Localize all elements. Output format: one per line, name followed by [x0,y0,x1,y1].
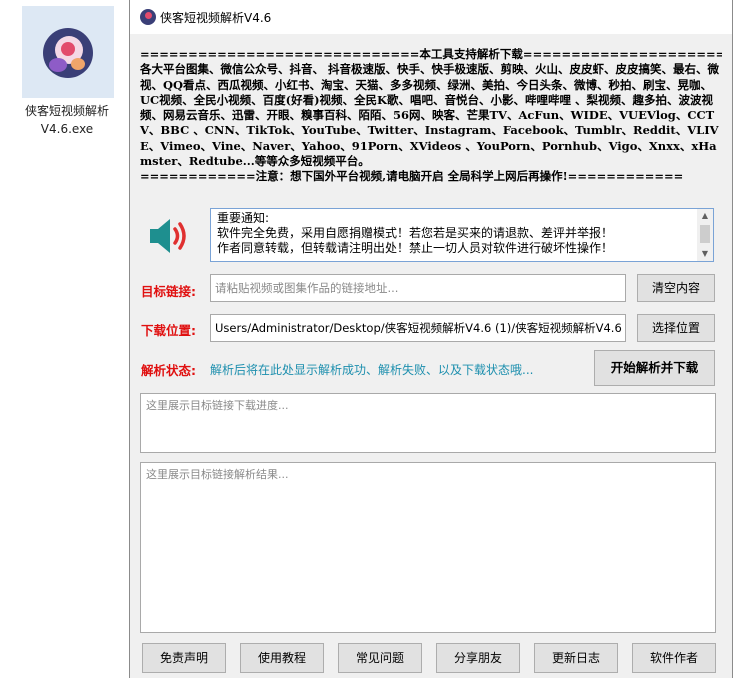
select-location-button[interactable]: 选择位置 [637,314,715,342]
supported-platforms-footer: ============注意：想下国外平台视频,请电脑开启 全局科学上网后再操作… [140,169,684,184]
download-location-label: 下载位置: [141,323,196,338]
window-title: 侠客短视频解析V4.6 [160,11,272,25]
supported-platforms-block: =============================本工具支持解析下载==… [140,47,722,185]
target-link-input[interactable]: 请粘贴视频或图集作品的链接地址... [210,274,626,302]
app-window: 侠客短视频解析V4.6 ============================… [129,0,733,678]
speaker-icon [150,219,186,253]
parse-status-text: 解析后将在此处显示解析成功、解析失败、以及下载状态哦... [210,363,534,377]
notice-line2: 软件完全免费，采用自愿捐赠模式！若您若是买来的请退款、差评并举报！ [217,226,614,240]
desktop-shortcut[interactable]: 侠客短视频解析 V4.6.exe [10,6,122,138]
parse-result-placeholder: 这里展示目标链接解析结果... [146,468,289,481]
disclaimer-button[interactable]: 免责声明 [142,643,226,673]
scroll-thumb[interactable] [700,225,710,243]
title-bar[interactable]: 侠客短视频解析V4.6 [130,0,732,34]
share-friends-button[interactable]: 分享朋友 [436,643,520,673]
download-path-input[interactable]: Users/Administrator/Desktop/侠客短视频解析V4.6 … [210,314,626,342]
target-link-label: 目标链接: [141,284,196,299]
clear-content-button[interactable]: 清空内容 [637,274,715,302]
tutorial-button[interactable]: 使用教程 [240,643,324,673]
supported-platforms-header: =============================本工具支持解析下载==… [140,47,722,61]
parse-status-label: 解析状态: [141,363,196,378]
notice-line1: 重要通知: [217,211,270,225]
parse-result-area[interactable]: 这里展示目标链接解析结果... [140,462,716,633]
author-button[interactable]: 软件作者 [632,643,716,673]
app-logo [43,28,93,78]
desktop-icon-label-line1: 侠客短视频解析 [24,104,109,118]
app-title-icon [140,9,156,25]
app-file-icon [22,6,114,98]
faq-button[interactable]: 常见问题 [338,643,422,673]
download-progress-area[interactable]: 这里展示目标链接下载进度... [140,393,716,453]
scroll-down-icon[interactable]: ▼ [697,247,713,261]
scroll-up-icon[interactable]: ▲ [697,209,713,223]
download-progress-placeholder: 这里展示目标链接下载进度... [146,399,289,412]
desktop-icon-label-line2: V4.6.exe [40,122,94,136]
supported-platforms-list: 各大平台图集、微信公众号、抖音、 抖音极速版、快手、快手极速版、剪映、火山、皮皮… [140,62,719,169]
changelog-button[interactable]: 更新日志 [534,643,618,673]
notice-textbox[interactable]: 重要通知: 软件完全免费，采用自愿捐赠模式！若您若是买来的请退款、差评并举报！ … [210,208,714,262]
start-parse-download-button[interactable]: 开始解析并下载 [594,350,715,386]
notice-line3: 作者同意转载，但转载请注明出处！禁止一切人员对软件进行破坏性操作！ [217,241,614,255]
notice-scrollbar[interactable]: ▲ ▼ [697,209,713,261]
